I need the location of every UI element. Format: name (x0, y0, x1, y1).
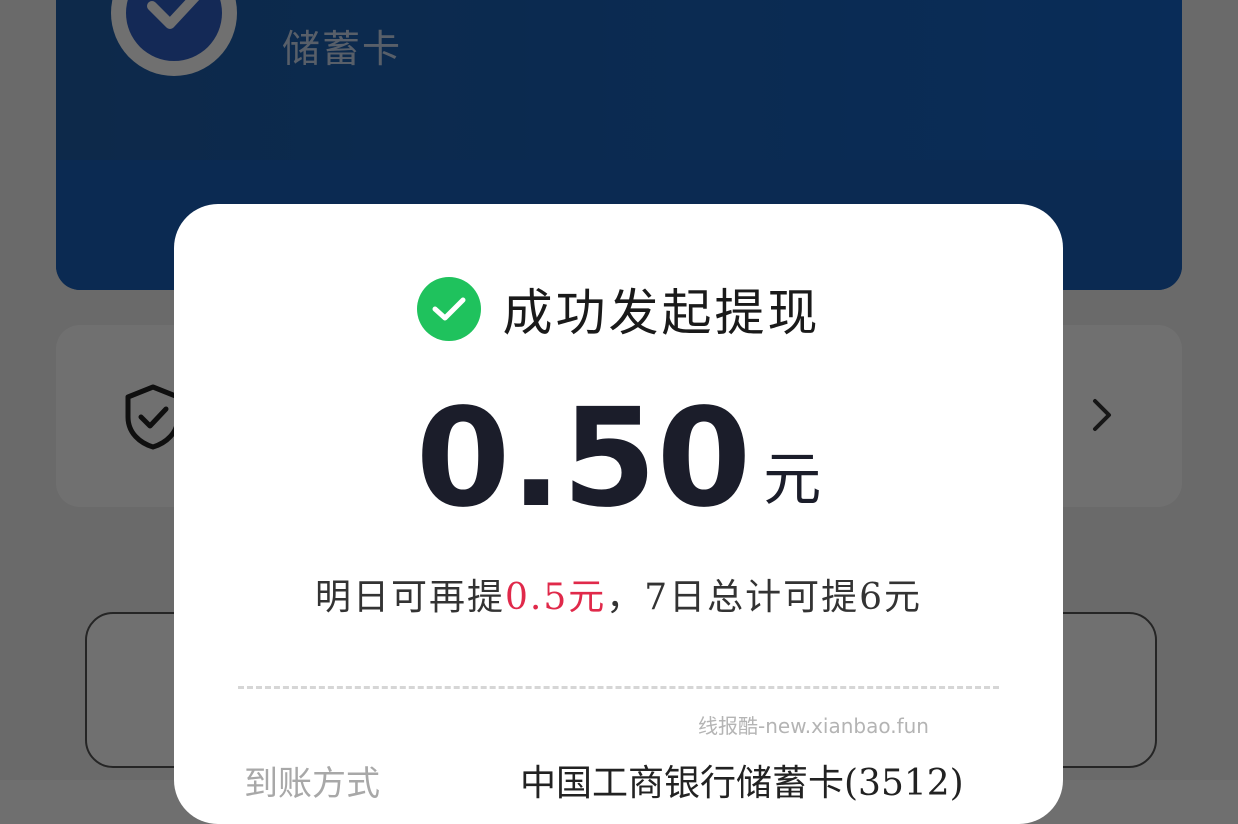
dashed-divider (238, 686, 999, 689)
amount-value: 0.50 (415, 380, 752, 538)
watermark: 线报酷-new.xianbao.fun (698, 714, 929, 738)
arrival-method-value: 中国工商银行储蓄卡(3512) (520, 763, 964, 804)
limit-suffix: ，7日总计可提6元 (606, 577, 923, 618)
amount-unit: 元 (763, 445, 822, 513)
withdraw-amount: 0.50 元 (174, 384, 1063, 534)
dialog-header: 成功发起提现 (174, 276, 1063, 342)
arrival-method-label: 到账方式 (244, 764, 380, 804)
limit-highlight: 0.5元 (504, 577, 607, 618)
dialog-title: 成功发起提现 (502, 284, 821, 342)
check-circle-icon (416, 277, 481, 341)
limit-prefix: 明日可再提 (314, 577, 505, 618)
withdraw-success-dialog: 成功发起提现 0.50 元 明日可再提0.5元，7日总计可提6元 线报酷-new… (174, 204, 1063, 824)
limit-info: 明日可再提0.5元，7日总计可提6元 (174, 568, 1063, 618)
